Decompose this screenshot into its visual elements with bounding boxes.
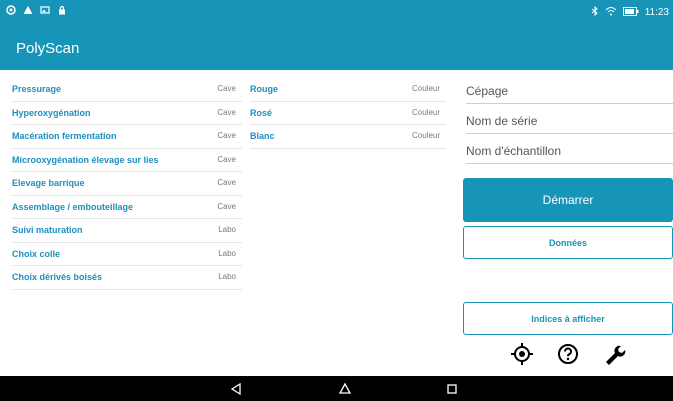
- status-bar: 11:23: [0, 0, 673, 28]
- list-item-tag: Cave: [217, 154, 236, 164]
- data-button[interactable]: Données: [463, 226, 673, 259]
- cepage-field[interactable]: [466, 78, 673, 104]
- navigation-bar: [0, 376, 673, 401]
- serie-input[interactable]: [466, 108, 673, 133]
- status-icons-right: 11:23: [591, 5, 669, 19]
- warning-icon: [23, 5, 33, 18]
- list-item-tag: Cave: [217, 178, 236, 187]
- lock-icon: [57, 5, 67, 18]
- help-icon[interactable]: [556, 342, 580, 366]
- list-item-label: Choix colle: [12, 248, 61, 259]
- list-item-label: Assemblage / embouteillage: [12, 201, 134, 212]
- list-item[interactable]: Microoxygénation élevage sur lies Cave: [12, 149, 242, 172]
- list-item-tag: Couleur: [411, 84, 440, 93]
- wifi-icon: [605, 6, 617, 19]
- list-item-tag: Labo: [218, 272, 236, 281]
- list-item[interactable]: Suivi maturation Labo: [12, 219, 242, 243]
- serie-field[interactable]: [466, 108, 673, 134]
- back-icon[interactable]: [229, 382, 243, 396]
- list-item-tag: Labo: [218, 248, 236, 258]
- list-item-label: Rouge: [250, 84, 278, 94]
- list-item[interactable]: Macération fermentation Cave: [12, 125, 242, 149]
- list-item[interactable]: Rosé Couleur: [250, 102, 446, 125]
- echantillon-input[interactable]: [466, 138, 673, 163]
- list-item[interactable]: Assemblage / embouteillage Cave: [12, 196, 242, 219]
- bluetooth-icon: [591, 5, 599, 19]
- list-item-label: Blanc: [250, 131, 275, 141]
- list-item[interactable]: Blanc Couleur: [250, 125, 446, 149]
- list-item-label: Hyperoxygénation: [12, 107, 91, 118]
- recents-icon[interactable]: [445, 382, 459, 396]
- list-item[interactable]: Elevage barrique Cave: [12, 172, 242, 196]
- cepage-input[interactable]: [466, 78, 673, 103]
- list-item-tag: Cave: [217, 131, 236, 140]
- list-item[interactable]: Rouge Couleur: [250, 78, 446, 102]
- list-item-tag: Labo: [218, 225, 236, 234]
- clock-time: 11:23: [644, 7, 669, 18]
- list-item[interactable]: Hyperoxygénation Cave: [12, 102, 242, 125]
- start-button[interactable]: Démarrer: [463, 178, 673, 222]
- indices-button[interactable]: Indices à afficher: [463, 302, 673, 335]
- location-icon[interactable]: [510, 342, 534, 366]
- app-title: PolyScan: [16, 40, 80, 57]
- list-item[interactable]: Choix colle Labo: [12, 243, 242, 266]
- echantillon-field[interactable]: [466, 138, 673, 164]
- home-icon[interactable]: [338, 382, 352, 396]
- list-item[interactable]: Pressurage Cave: [12, 78, 242, 102]
- process-list: Pressurage Cave Hyperoxygénation Cave Macé…: [12, 78, 242, 290]
- list-item-tag: Cave: [217, 201, 236, 211]
- list-item-tag: Couleur: [411, 131, 440, 140]
- list-item-label: Suivi maturation: [12, 225, 83, 235]
- battery-icon: [622, 6, 639, 19]
- list-item-label: Rosé: [250, 107, 273, 118]
- action-icons: [510, 342, 626, 366]
- list-item[interactable]: Choix dérivés boisés Labo: [12, 266, 242, 290]
- image-icon: [40, 5, 50, 18]
- list-item-label: Choix dérivés boisés: [12, 272, 103, 282]
- list-item-label: Pressurage: [12, 84, 62, 94]
- list-item-label: Macération fermentation: [12, 131, 117, 141]
- list-item-label: Elevage barrique: [12, 178, 85, 188]
- wrench-icon[interactable]: [602, 342, 626, 366]
- color-list: Rouge Couleur Rosé Couleur Blanc Couleur: [250, 78, 446, 149]
- list-item-tag: Cave: [217, 84, 236, 93]
- navigation-icon: [6, 5, 16, 18]
- list-item-tag: Cave: [217, 107, 236, 117]
- app-bar: PolyScan: [0, 28, 673, 70]
- list-item-tag: Couleur: [411, 107, 440, 117]
- status-icons-left: [6, 5, 67, 18]
- list-item-label: Microoxygénation élevage sur lies: [12, 154, 159, 165]
